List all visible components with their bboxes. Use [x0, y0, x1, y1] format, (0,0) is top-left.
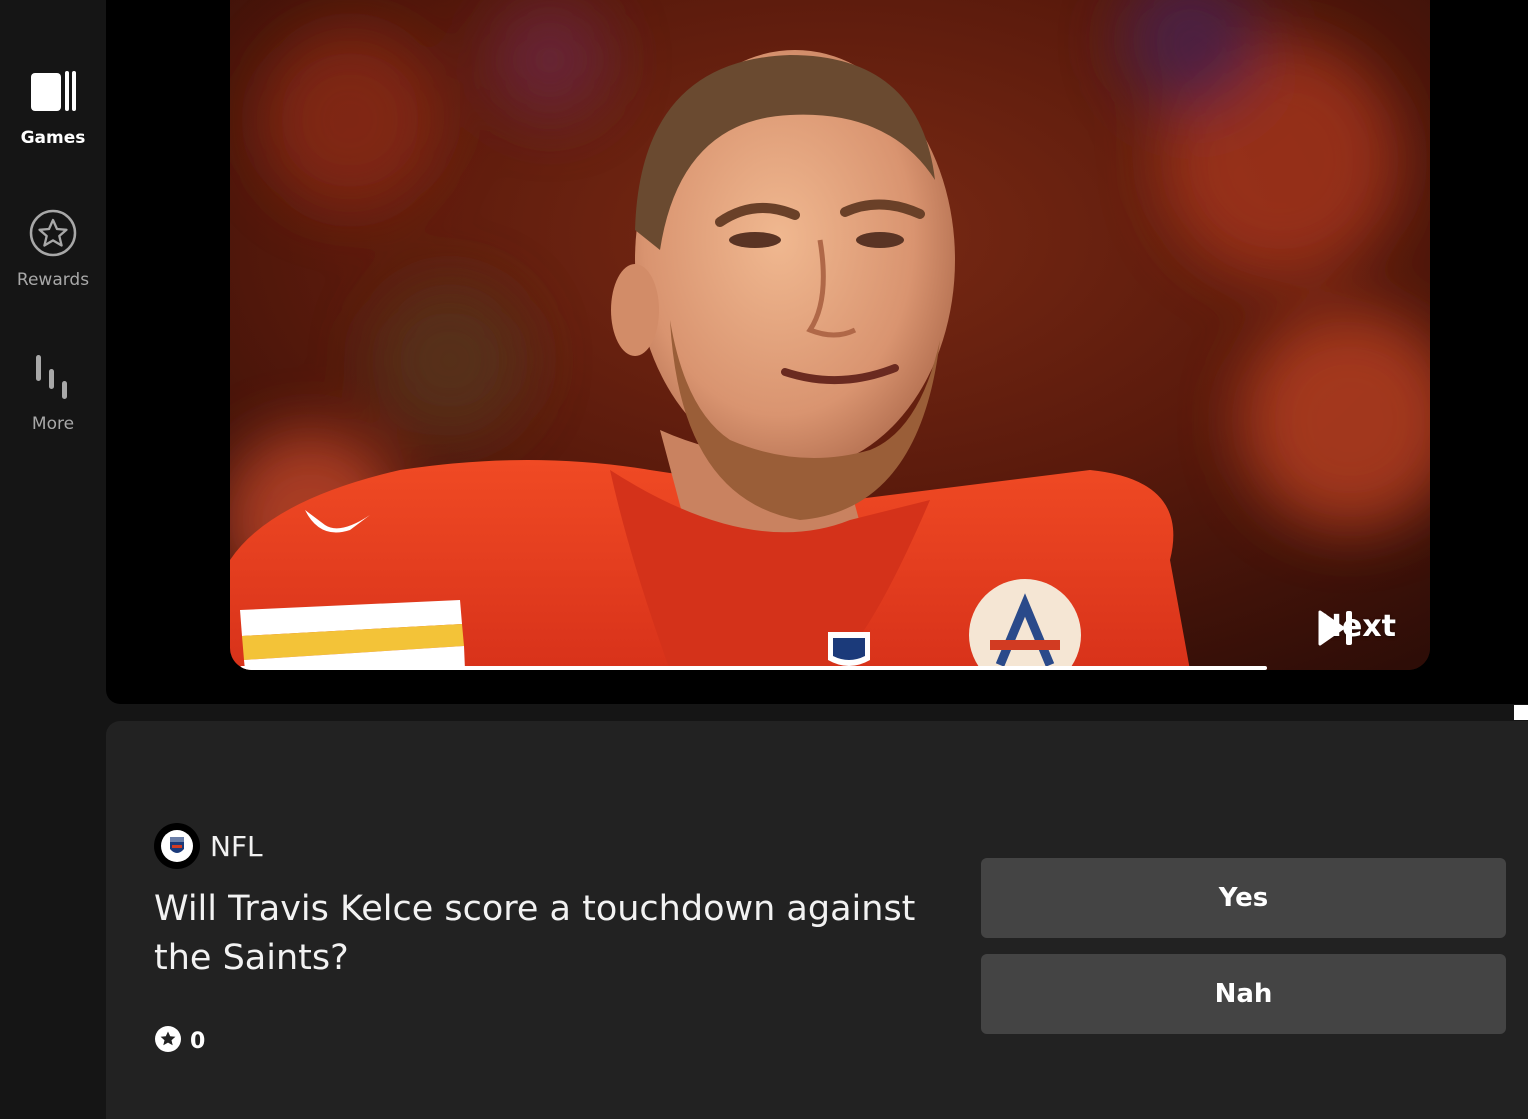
progress-bar: [240, 666, 1420, 670]
question-text: Will Travis Kelce score a touchdown agai…: [154, 889, 916, 978]
sidebar: Games Rewards More: [0, 0, 106, 1119]
league-name: NFL: [210, 829, 263, 863]
media-stage: Next: [106, 0, 1528, 704]
next-button[interactable]: Next: [1317, 609, 1406, 646]
sidebar-item-label: Rewards: [16, 270, 90, 290]
question-panel: NFL Will Travis Kelce score a touchdown …: [106, 721, 1528, 1119]
star-coin-icon: [154, 1025, 182, 1057]
player-photo-card: Next: [230, 0, 1430, 670]
sidebar-item-rewards[interactable]: Rewards: [0, 208, 106, 290]
answer-yes-button[interactable]: Yes: [981, 858, 1506, 938]
points-value: 0: [190, 1028, 206, 1054]
answer-nah-button[interactable]: Nah: [981, 954, 1506, 1034]
games-icon: [28, 66, 78, 116]
league-header: NFL: [154, 823, 263, 869]
sidebar-item-more[interactable]: More: [0, 352, 106, 434]
points-display: 0: [154, 1025, 205, 1057]
sidebar-item-label: Games: [20, 128, 86, 148]
sidebar-item-games[interactable]: Games: [0, 66, 106, 148]
player-photo: [230, 0, 1430, 670]
edge-marker: [1514, 705, 1528, 720]
more-bars-icon: [28, 352, 78, 402]
progress-fill: [240, 666, 1267, 670]
star-badge-icon: [28, 208, 78, 258]
nfl-shield-logo: [154, 823, 200, 869]
sidebar-item-label: More: [31, 414, 75, 434]
